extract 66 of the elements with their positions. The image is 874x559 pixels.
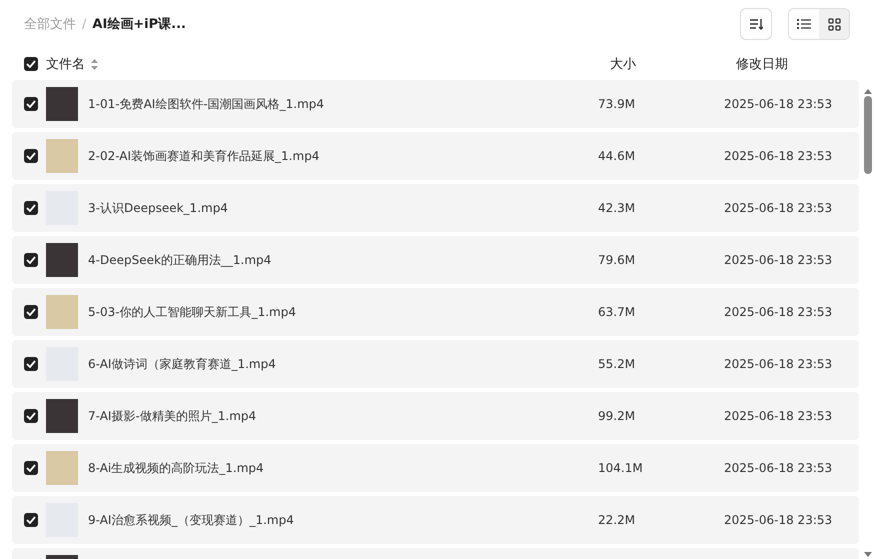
- row-checkbox[interactable]: [24, 357, 38, 371]
- scroll-down-icon[interactable]: [863, 552, 873, 558]
- column-header[interactable]: 大小: [610, 55, 636, 73]
- file-name: 6-AI做诗词（家庭教育赛道_1.mp4: [88, 356, 277, 372]
- file-size: 42.3M: [598, 201, 636, 215]
- file-name: 7-AI摄影-做精美的照片_1.mp4: [88, 408, 258, 424]
- row-checkbox[interactable]: [24, 97, 38, 111]
- file-row[interactable]: 7-AI摄影-做精美的照片_1.mp4 99.2M 2025-06-18 23:53: [12, 392, 859, 440]
- column-header[interactable]: 修改日期: [736, 55, 788, 73]
- row-checkbox[interactable]: [24, 461, 38, 475]
- row-checkbox[interactable]: [24, 513, 38, 527]
- file-row[interactable]: 4-DeepSeek的正确用法__1.mp4 79.6M 2025-06-18 23:53: [12, 236, 859, 284]
- file-row[interactable]: 1-01-免费AI绘图软件-国潮国画风格_1.mp4 73.9M 2025-06-18 23:53: [12, 80, 859, 128]
- file-size: 99.2M: [598, 409, 636, 423]
- modified-date: 2025-06-18 23:53: [724, 97, 832, 111]
- video-thumbnail: [46, 399, 78, 433]
- sort-icon[interactable]: [91, 58, 98, 70]
- video-thumbnail: [46, 451, 78, 485]
- file-row[interactable]: 6-AI做诗词（家庭教育赛道_1.mp4 55.2M 2025-06-18 23:53: [12, 340, 859, 388]
- file-name: 4-DeepSeek的正确用法__1.mp4: [88, 252, 272, 268]
- row-checkbox[interactable]: [24, 305, 38, 319]
- file-name: 9-AI治愈系视频_（变现赛道）_1.mp4: [88, 512, 295, 528]
- file-name: 2-02-AI装饰画赛道和美育作品延展_1.mp4: [88, 148, 320, 164]
- row-checkbox[interactable]: [24, 149, 38, 163]
- file-size: 63.7M: [598, 305, 636, 319]
- file-size: 79.6M: [598, 253, 636, 267]
- grid-view-button[interactable]: [819, 9, 849, 39]
- file-size: 22.2M: [598, 513, 636, 527]
- modified-date: 2025-06-18 23:53: [724, 149, 832, 163]
- video-thumbnail: [46, 87, 78, 121]
- file-row[interactable]: 9-AI治愈系视频_（变现赛道）_1.mp4 22.2M 2025-06-18 23:53: [12, 496, 859, 544]
- select-all-checkbox[interactable]: [24, 57, 38, 71]
- modified-date: 2025-06-18 23:53: [724, 461, 832, 475]
- list-icon: [797, 18, 811, 30]
- file-row[interactable]: 2-02-AI装饰画赛道和美育作品延展_1.mp4 44.6M 2025-06-18 23:53: [12, 132, 859, 180]
- modified-date: 2025-06-18 23:53: [724, 513, 832, 527]
- video-thumbnail: [46, 243, 78, 277]
- grid-icon: [828, 18, 840, 30]
- breadcrumb-item: AI绘画+iP课...: [92, 16, 186, 33]
- scrollbar-thumb[interactable]: [864, 96, 872, 174]
- file-size: 73.9M: [598, 97, 636, 111]
- row-checkbox[interactable]: [24, 409, 38, 423]
- file-name: 5-03-你的人工智能聊天新工具_1.mp4: [88, 304, 297, 320]
- scroll-up-icon[interactable]: [863, 88, 873, 94]
- modified-date: 2025-06-18 23:53: [724, 253, 832, 267]
- video-thumbnail: [46, 139, 78, 173]
- row-checkbox[interactable]: [24, 201, 38, 215]
- file-row[interactable]: 3-认识Deepseek_1.mp4 42.3M 2025-06-18 23:53: [12, 184, 859, 232]
- sort-button[interactable]: [740, 8, 772, 40]
- breadcrumb-separator: /: [82, 16, 86, 32]
- file-size: 44.6M: [598, 149, 636, 163]
- modified-date: 2025-06-18 23:53: [724, 305, 832, 319]
- file-name: 8-Ai生成视频的高阶玩法_1.mp4: [88, 460, 265, 476]
- video-thumbnail: [46, 295, 78, 329]
- modified-date: 2025-06-18 23:53: [724, 201, 832, 215]
- row-checkbox[interactable]: [24, 253, 38, 267]
- file-name: 3-认识Deepseek_1.mp4: [88, 200, 229, 216]
- sort-lines-icon: [749, 17, 763, 31]
- file-row[interactable]: 8-Ai生成视频的高阶玩法_1.mp4 104.1M 2025-06-18 23:53: [12, 444, 859, 492]
- modified-date: 2025-06-18 23:53: [724, 357, 832, 371]
- file-size: 104.1M: [598, 461, 644, 475]
- file-size: 55.2M: [598, 357, 636, 371]
- modified-date: 2025-06-18 23:53: [724, 409, 832, 423]
- column-header[interactable]: 文件名: [46, 55, 98, 73]
- file-name: 1-01-免费AI绘图软件-国潮国画风格_1.mp4: [88, 96, 326, 112]
- file-row[interactable]: 5-03-你的人工智能聊天新工具_1.mp4 63.7M 2025-06-18 23:53: [12, 288, 859, 336]
